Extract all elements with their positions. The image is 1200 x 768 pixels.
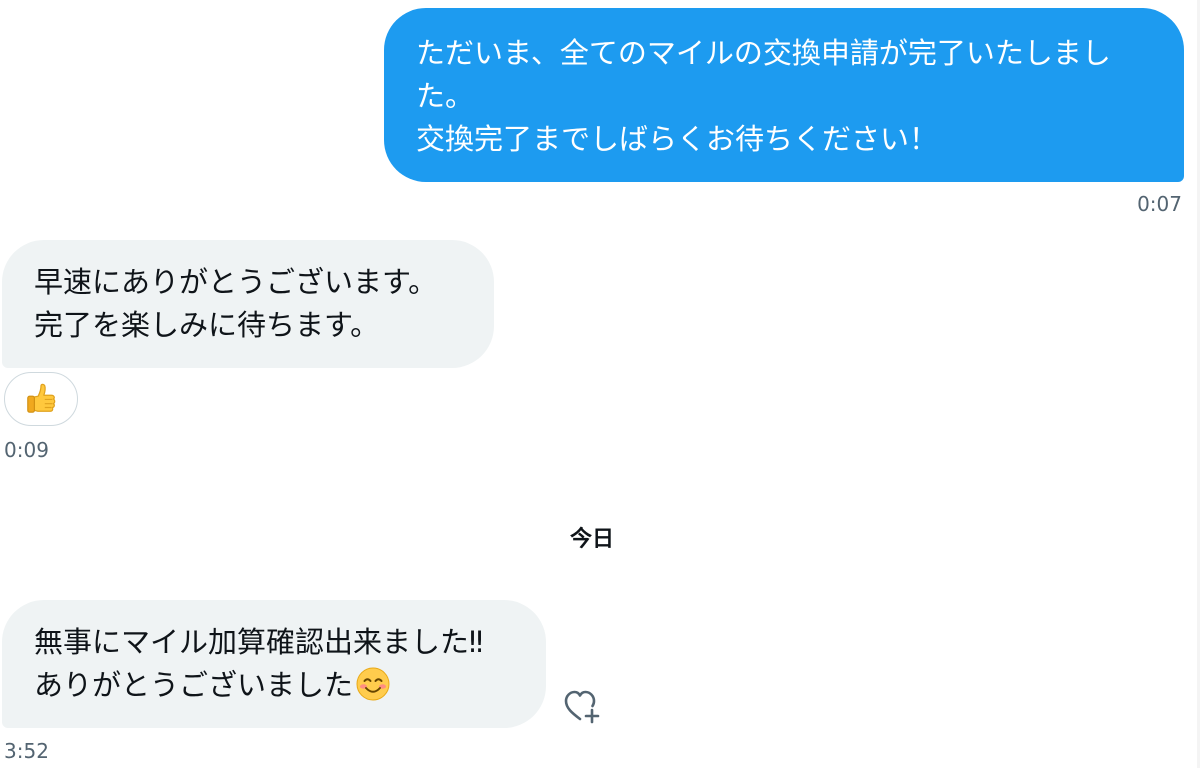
message-timestamp: 0:09 <box>4 438 49 462</box>
date-separator: 今日 <box>569 527 614 552</box>
message-text: ありがとうございました <box>34 668 354 702</box>
thumbs-up-icon <box>27 383 56 413</box>
smiling-face-icon <box>356 667 390 701</box>
message-text-line: た。 <box>416 79 475 113</box>
message-text-line: 早速にありがとうございます。 <box>34 265 438 299</box>
reaction-badge[interactable] <box>4 372 78 426</box>
message-text-line: 交換完了までしばらくお待ちください！ <box>416 122 939 156</box>
message-text-line: 完了を楽しみに待ちます。 <box>34 308 380 342</box>
message-timestamp: 0:07 <box>1137 192 1182 216</box>
heart-plus-icon[interactable] <box>562 686 606 726</box>
sent-message-bubble[interactable]: ただいま、全てのマイルの交換申請が完了いたしまし た。 交換完了までしばらくお待… <box>384 8 1184 182</box>
message-timestamp: 3:52 <box>4 739 49 763</box>
received-message-bubble[interactable]: 早速にありがとうございます。 完了を楽しみに待ちます。 <box>2 240 494 368</box>
received-message-bubble[interactable]: 無事にマイル加算確認出来ました‼︎ ありがとうございました <box>2 600 546 728</box>
message-text-line: ありがとうございました <box>34 664 526 707</box>
message-text-line: 無事にマイル加算確認出来ました‼︎ <box>34 625 484 659</box>
message-text-line: ただいま、全てのマイルの交換申請が完了いたしまし <box>416 36 1111 70</box>
